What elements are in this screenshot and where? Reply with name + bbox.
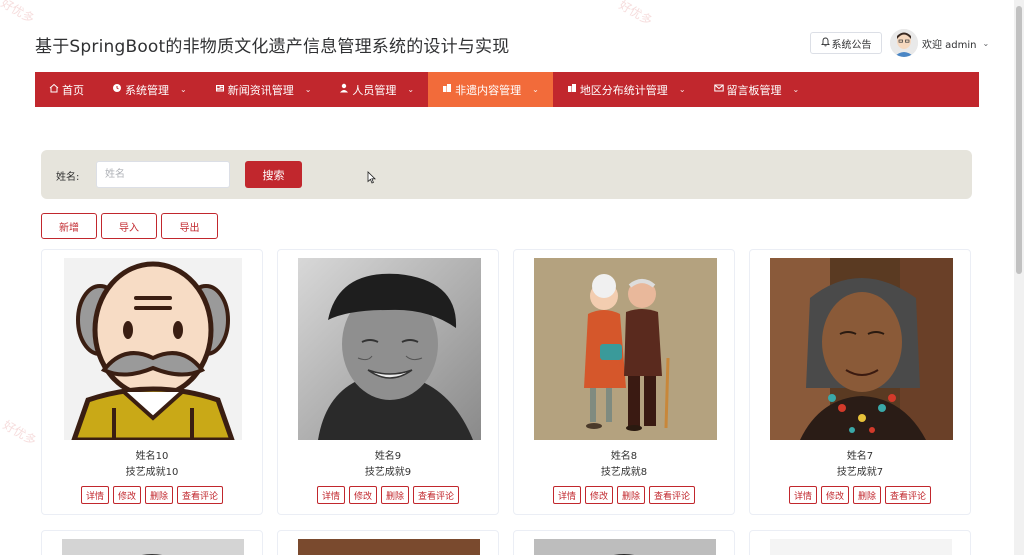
card-photo — [770, 539, 952, 555]
avatar — [890, 29, 918, 57]
mouse-cursor-icon — [367, 169, 376, 188]
card-photo — [62, 539, 244, 555]
card-operations: 详情 修改 删除 查看评论 — [514, 486, 734, 504]
view-comments-button[interactable]: 查看评论 — [177, 486, 224, 504]
edit-button[interactable]: 修改 — [348, 486, 377, 504]
nav-item-system[interactable]: 系统管理 ⌄ — [98, 72, 201, 107]
card-operations: 详情 修改 删除 查看评论 — [42, 486, 262, 504]
heritage-card — [749, 530, 971, 555]
card-achievement: 技艺成就7 — [836, 467, 884, 478]
card-photo — [770, 258, 953, 440]
heritage-card — [277, 530, 499, 555]
edit-button[interactable]: 修改 — [112, 486, 141, 504]
card-photo — [64, 258, 242, 440]
search-label: 姓名: — [56, 172, 80, 183]
edit-button[interactable]: 修改 — [820, 486, 849, 504]
heritage-card: 姓名10 技艺成就10 详情 修改 删除 查看评论 — [41, 249, 263, 515]
chevron-down-icon: ⌄ — [304, 85, 312, 94]
heritage-card: 姓名8 技艺成就8 详情 修改 删除 查看评论 — [513, 249, 735, 515]
card-achievement: 技艺成就9 — [364, 467, 412, 478]
building-icon — [567, 83, 577, 96]
search-button[interactable]: 搜索 — [245, 161, 302, 188]
card-photo — [534, 258, 717, 440]
chevron-down-icon: ⌄ — [180, 85, 187, 94]
heritage-card: 姓名9 技艺成就9 详情 修改 删除 查看评论 — [277, 249, 499, 515]
heritage-card — [513, 530, 735, 555]
import-button[interactable]: 导入 — [101, 213, 157, 239]
detail-button[interactable]: 详情 — [788, 486, 817, 504]
top-header: 基于SpringBoot的非物质文化遗产信息管理系统的设计与实现 系统公告 欢迎… — [0, 0, 1024, 72]
detail-button[interactable]: 详情 — [552, 486, 581, 504]
system-icon — [112, 83, 122, 96]
card-photo — [298, 258, 481, 440]
nav-label: 首页 — [62, 83, 84, 97]
card-name: 姓名7 — [846, 451, 874, 462]
page: 好优多 好优多 好优多 基于SpringBoot的非物质文化遗产信息管理系统的设… — [0, 0, 1024, 555]
delete-button[interactable]: 删除 — [617, 486, 646, 504]
watermark: 好优多 — [0, 417, 39, 448]
building-icon — [442, 83, 452, 96]
main-nav: 首页 系统管理 ⌄ 新闻资讯管理 ⌄ 人员管理 ⌄ 非遗内容管理 ⌄ 地区分布统… — [35, 72, 979, 107]
scrollbar-thumb[interactable] — [1016, 6, 1022, 274]
card-name: 姓名10 — [135, 451, 169, 462]
nav-item-news[interactable]: 新闻资讯管理 ⌄ — [201, 72, 326, 107]
user-menu[interactable]: 欢迎 admin ⌄ — [890, 29, 989, 57]
card-achievement: 技艺成就10 — [125, 467, 179, 478]
nav-label: 系统管理 — [125, 83, 169, 97]
heritage-card — [41, 530, 263, 555]
delete-button[interactable]: 删除 — [853, 486, 882, 504]
home-icon — [49, 83, 59, 96]
view-comments-button[interactable]: 查看评论 — [413, 486, 460, 504]
nav-label: 留言板管理 — [726, 83, 782, 97]
nav-item-home[interactable]: 首页 — [35, 72, 98, 107]
card-achievement: 技艺成就8 — [600, 467, 648, 478]
chevron-down-icon: ⌄ — [678, 85, 686, 94]
nav-item-personnel[interactable]: 人员管理 ⌄ — [325, 72, 428, 107]
page-scrollbar[interactable] — [1014, 0, 1024, 555]
search-panel: 姓名: 搜索 — [41, 150, 972, 199]
card-operations: 详情 修改 删除 查看评论 — [750, 486, 970, 504]
detail-button[interactable]: 详情 — [80, 486, 109, 504]
export-button[interactable]: 导出 — [161, 213, 218, 239]
nav-label: 人员管理 — [352, 83, 397, 97]
card-photo — [534, 539, 716, 555]
mail-icon — [713, 83, 724, 96]
notice-label: 系统公告 — [831, 39, 872, 51]
bell-icon — [820, 37, 830, 50]
chevron-down-icon: ⌄ — [982, 38, 990, 48]
welcome-text: 欢迎 admin — [922, 39, 977, 51]
detail-button[interactable]: 详情 — [316, 486, 345, 504]
nav-label: 新闻资讯管理 — [227, 83, 294, 97]
chevron-down-icon: ⌄ — [532, 85, 539, 94]
name-search-input[interactable] — [96, 161, 230, 188]
card-operations: 详情 修改 删除 查看评论 — [278, 486, 498, 504]
nav-item-region-stats[interactable]: 地区分布统计管理 ⌄ — [553, 72, 700, 107]
person-icon — [339, 83, 349, 96]
nav-label: 非遗内容管理 — [455, 83, 522, 97]
card-name: 姓名8 — [610, 451, 638, 462]
add-button[interactable]: 新增 — [41, 213, 97, 239]
card-photo — [298, 539, 480, 555]
delete-button[interactable]: 删除 — [145, 486, 174, 504]
view-comments-button[interactable]: 查看评论 — [885, 486, 932, 504]
chevron-down-icon: ⌄ — [792, 85, 800, 94]
nav-label: 地区分布统计管理 — [579, 83, 668, 97]
site-title: 基于SpringBoot的非物质文化遗产信息管理系统的设计与实现 — [35, 37, 510, 57]
view-comments-button[interactable]: 查看评论 — [649, 486, 696, 504]
card-name: 姓名9 — [374, 451, 402, 462]
delete-button[interactable]: 删除 — [381, 486, 410, 504]
nav-item-heritage[interactable]: 非遗内容管理 ⌄ — [428, 72, 553, 107]
heritage-card: 姓名7 技艺成就7 详情 修改 删除 查看评论 — [749, 249, 971, 515]
notice-button[interactable]: 系统公告 — [810, 32, 882, 54]
news-icon — [215, 83, 225, 96]
nav-item-messages[interactable]: 留言板管理 ⌄ — [700, 72, 814, 107]
chevron-down-icon: ⌄ — [407, 85, 415, 94]
edit-button[interactable]: 修改 — [584, 486, 613, 504]
